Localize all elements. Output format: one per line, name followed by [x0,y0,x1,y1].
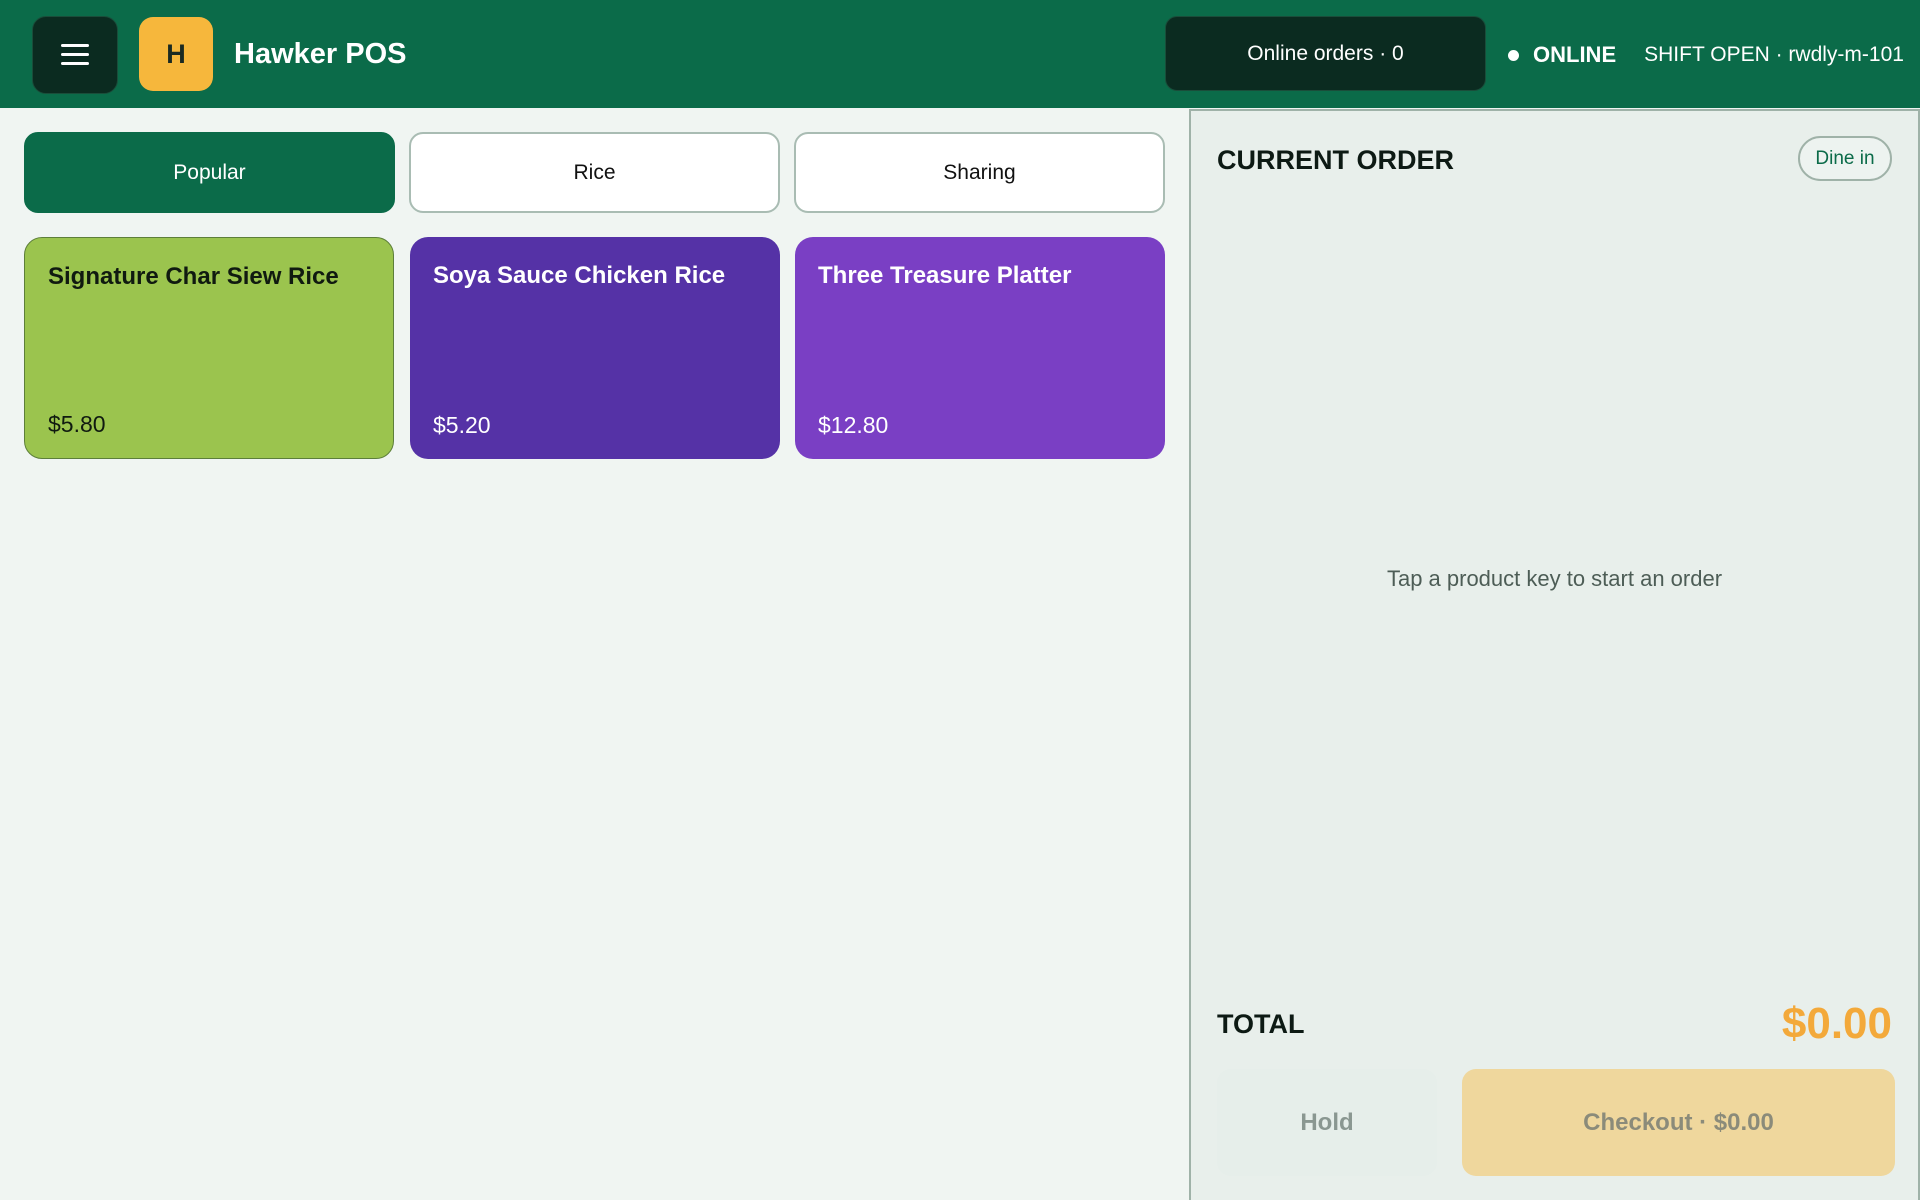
checkout-button[interactable]: Checkout · $0.00 [1462,1069,1895,1176]
hold-button[interactable]: Hold [1217,1069,1437,1176]
menu-button[interactable] [32,16,118,94]
product-key-soya-sauce-chicken-rice[interactable]: Soya Sauce Chicken Rice $5.20 [410,237,780,459]
connection-status: ONLINE SHIFT OPEN · rwdly-m-101 [1508,40,1904,70]
shift-status: SHIFT OPEN · rwdly-m-101 [1644,43,1904,66]
tab-popular[interactable]: Popular [24,132,395,213]
product-name: Three Treasure Platter [818,262,1072,289]
tab-rice[interactable]: Rice [409,132,780,213]
online-label: ONLINE [1533,42,1617,67]
order-title: CURRENT ORDER [1217,145,1455,175]
product-name: Soya Sauce Chicken Rice [433,262,726,289]
product-price: $5.20 [433,412,491,438]
total-value: $0.00 [1781,999,1892,1048]
current-order-panel: CURRENT ORDER Dine in Tap a product key … [1189,109,1920,1200]
product-price: $12.80 [818,412,889,438]
order-type-button[interactable]: Dine in [1798,136,1892,181]
hamburger-icon [61,43,89,67]
status-dot-icon [1508,49,1519,61]
total-label: TOTAL [1217,1009,1305,1039]
product-key-char-siew-rice[interactable]: Signature Char Siew Rice $5.80 [24,237,394,459]
product-price: $5.80 [48,411,106,437]
app-logo: H [139,17,213,91]
empty-order-message: Tap a product key to start an order [1386,566,1723,591]
product-name: Signature Char Siew Rice [48,263,339,290]
online-orders-button[interactable]: Online orders · 0 [1165,16,1486,91]
product-key-three-treasure-platter[interactable]: Three Treasure Platter $12.80 [795,237,1165,459]
top-bar: H Hawker POS Online orders · 0 ONLINE SH… [0,0,1920,108]
app-title: Hawker POS [234,38,407,70]
tab-sharing[interactable]: Sharing [794,132,1165,213]
